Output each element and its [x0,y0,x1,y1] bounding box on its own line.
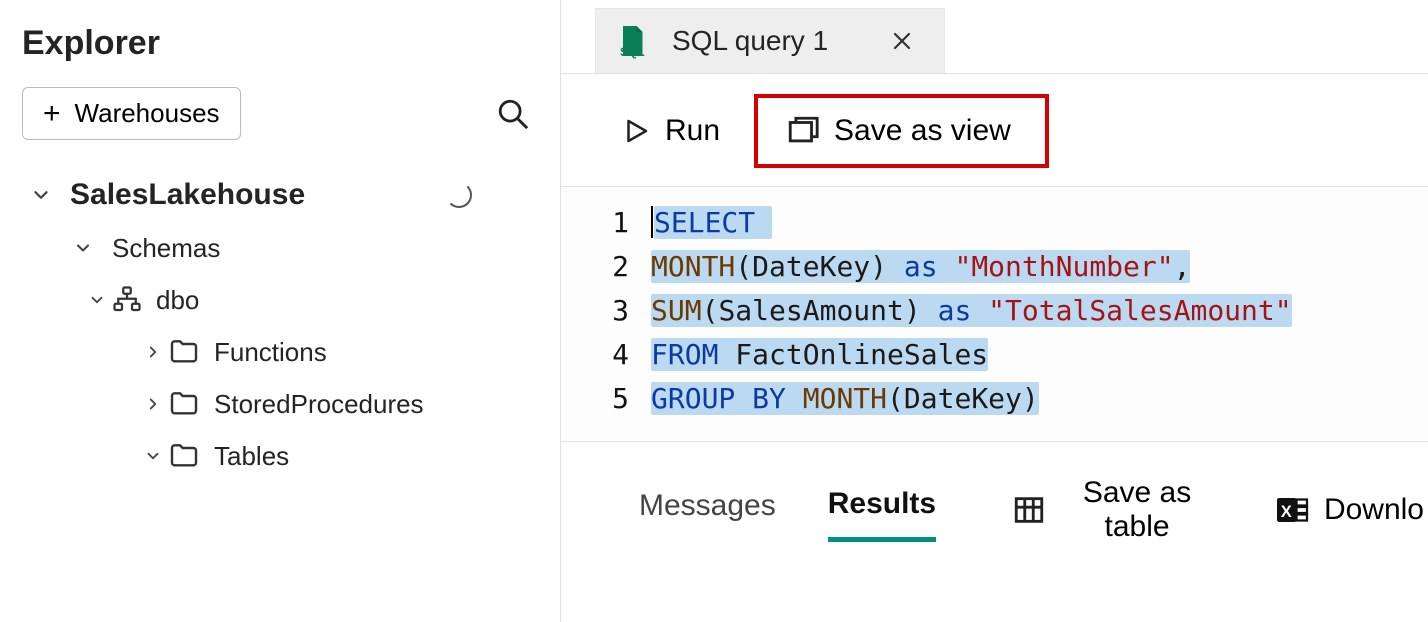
tree-item-stored-procedures[interactable]: StoredProcedures [0,378,560,430]
editor-area: SQL SQL query 1 Run Save as view [560,0,1428,622]
tree-item-sp-label: StoredProcedures [214,389,424,420]
chevron-right-icon [138,343,168,361]
results-toolbar: Messages Results Save as table X Downlo [561,442,1428,550]
editor-tabbar: SQL SQL query 1 [561,0,1428,74]
add-warehouses-label: Warehouses [75,98,220,129]
svg-text:X: X [1281,503,1292,521]
download-excel-label: Downlo [1324,493,1424,527]
svg-text:SQL: SQL [620,45,645,59]
save-as-table-button[interactable]: Save as table [1008,470,1218,550]
tree-item-functions[interactable]: Functions [0,326,560,378]
messages-tab[interactable]: Messages [639,481,776,539]
explorer-toolbar: + Warehouses [0,87,560,140]
folder-icon [168,440,200,472]
explorer-tree: SalesLakehouse Schemas dbo [0,168,560,482]
search-button[interactable] [488,89,538,139]
tree-item-functions-label: Functions [214,337,327,368]
code-content: SELECT MONTH(DateKey) as "MonthNumber", … [651,197,1292,421]
sql-file-icon: SQL [614,23,650,59]
close-tab-button[interactable] [884,25,920,57]
line-number: 5 [561,377,629,421]
line-gutter: 1 2 3 4 5 [561,197,651,421]
explorer-title: Explorer [0,0,560,87]
editor-tab-sqlquery1[interactable]: SQL SQL query 1 [595,8,945,73]
editor-tab-label: SQL query 1 [666,25,868,57]
plus-icon: + [43,99,61,129]
save-as-view-button[interactable]: Save as view [768,104,1029,158]
tree-item-dbo[interactable]: dbo [0,274,560,326]
chevron-down-icon [26,184,56,206]
run-button[interactable]: Run [603,104,738,158]
folder-icon [168,388,200,420]
search-icon [496,97,530,131]
chevron-down-icon [82,291,112,309]
schema-icon [112,285,142,315]
editor-toolbar: Run Save as view [561,74,1428,187]
line-number: 2 [561,245,629,289]
tree-item-schemas-label: Schemas [112,233,220,264]
chevron-down-icon [138,447,168,465]
run-button-label: Run [665,114,720,148]
chevron-down-icon [68,238,98,258]
excel-icon: X [1274,492,1310,528]
table-icon [1012,493,1046,527]
line-number: 1 [561,201,629,245]
save-as-view-highlight: Save as view [754,94,1049,168]
line-number: 4 [561,333,629,377]
tree-item-lakehouse-label: SalesLakehouse [70,178,305,212]
tree-item-dbo-label: dbo [156,285,199,316]
code-editor[interactable]: 1 2 3 4 5 SELECT MONTH(DateKey) as "Mont… [561,187,1428,441]
close-icon [890,29,914,53]
chevron-right-icon [138,395,168,413]
play-icon [621,116,651,146]
results-tab[interactable]: Results [828,479,936,542]
tree-item-tables[interactable]: Tables [0,430,560,482]
save-view-icon [786,114,820,148]
explorer-panel: Explorer + Warehouses SalesLakehouse Sch… [0,0,560,622]
folder-icon [168,336,200,368]
tree-item-schemas[interactable]: Schemas [0,222,560,274]
download-excel-button[interactable]: X Downlo [1270,486,1428,534]
add-warehouses-button[interactable]: + Warehouses [22,87,241,140]
loading-spinner-icon [446,182,472,208]
tree-item-tables-label: Tables [214,441,289,472]
save-as-table-label: Save as table [1060,476,1214,544]
tree-item-lakehouse[interactable]: SalesLakehouse [0,168,560,222]
line-number: 3 [561,289,629,333]
save-as-view-label: Save as view [834,114,1011,148]
